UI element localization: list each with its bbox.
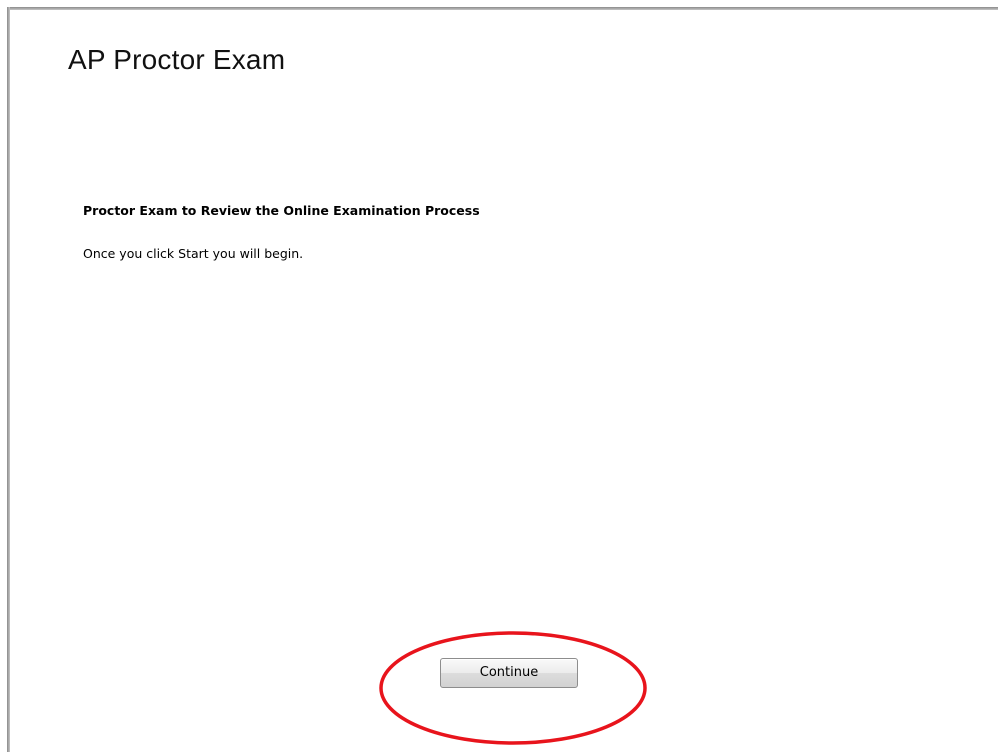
highlight-ellipse-shape (379, 631, 647, 745)
window-top-border (10, 7, 998, 10)
section-heading: Proctor Exam to Review the Online Examin… (83, 203, 480, 218)
highlight-circle-annotation (379, 631, 647, 745)
instruction-text: Once you click Start you will begin. (83, 246, 304, 261)
exam-window: AP Proctor Exam Proctor Exam to Review t… (0, 0, 998, 752)
page-title: AP Proctor Exam (68, 44, 286, 75)
window-left-border (7, 7, 10, 752)
continue-button[interactable]: Continue (440, 658, 578, 688)
